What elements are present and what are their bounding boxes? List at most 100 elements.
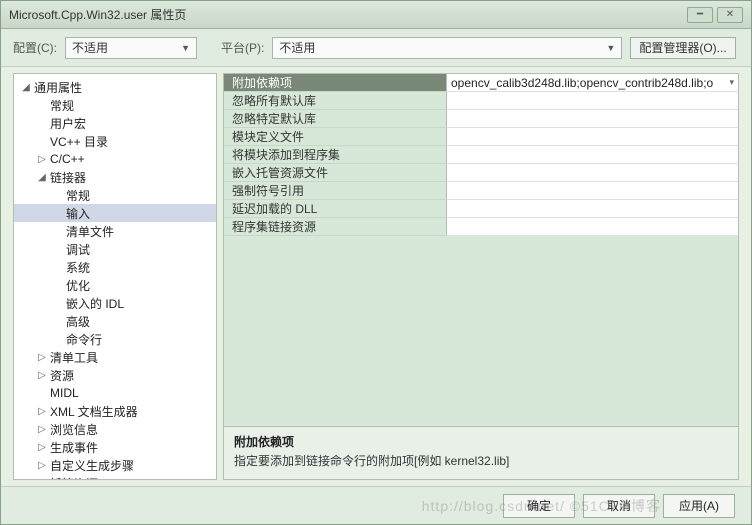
tree-toggle-icon[interactable]: ▷: [36, 460, 48, 471]
window-controls: ━ ✕: [687, 7, 743, 23]
grid-row[interactable]: 忽略所有默认库: [224, 92, 738, 110]
tree-item-label: 系统: [64, 259, 90, 276]
config-label: 配置(C):: [13, 39, 57, 56]
apply-button[interactable]: 应用(A): [663, 494, 735, 518]
tree-item[interactable]: 高级: [14, 312, 216, 330]
tree-item-label: 自定义生成步骤: [48, 457, 134, 474]
tree-item-label: 常规: [64, 187, 90, 204]
tree-item-label: 清单文件: [64, 223, 114, 240]
tree-item-label: MIDL: [48, 386, 79, 400]
property-value[interactable]: [446, 92, 738, 110]
tree-item[interactable]: ▷自定义生成步骤: [14, 456, 216, 474]
property-name: 延迟加载的 DLL: [224, 200, 446, 218]
property-name: 强制符号引用: [224, 182, 446, 200]
tree-item-label: 优化: [64, 277, 90, 294]
tree-item-label: 托管资源: [48, 475, 98, 481]
tree-toggle-icon[interactable]: ◢: [36, 172, 48, 183]
config-manager-button[interactable]: 配置管理器(O)...: [630, 37, 735, 59]
property-name: 忽略特定默认库: [224, 110, 446, 128]
ok-button[interactable]: 确定: [503, 494, 575, 518]
property-dialog: Microsoft.Cpp.Win32.user 属性页 ━ ✕ 配置(C): …: [0, 0, 752, 525]
property-value[interactable]: [446, 182, 738, 200]
tree-item[interactable]: ▷托管资源: [14, 474, 216, 480]
property-name: 将模块添加到程序集: [224, 146, 446, 164]
tree-item[interactable]: 常规: [14, 96, 216, 114]
property-value[interactable]: [446, 164, 738, 182]
property-name: 忽略所有默认库: [224, 92, 446, 110]
tree-item-label: 高级: [64, 313, 90, 330]
tree-toggle-icon[interactable]: ◢: [20, 82, 32, 93]
tree-toggle-icon[interactable]: ▷: [36, 442, 48, 453]
tree-item-label: 调试: [64, 241, 90, 258]
platform-label: 平台(P):: [221, 39, 264, 56]
tree-item[interactable]: ▷浏览信息: [14, 420, 216, 438]
property-value[interactable]: opencv_calib3d248d.lib;opencv_contrib248…: [446, 74, 738, 92]
property-name: 嵌入托管资源文件: [224, 164, 446, 182]
tree-item[interactable]: MIDL: [14, 384, 216, 402]
tree-toggle-icon[interactable]: ▷: [36, 352, 48, 363]
minimize-button[interactable]: ━: [687, 7, 713, 23]
tree-item-label: 通用属性: [32, 79, 82, 96]
tree-item-label: 用户宏: [48, 115, 86, 132]
description-text: 指定要添加到链接命令行的附加项[例如 kernel32.lib]: [234, 452, 728, 469]
tree-toggle-icon[interactable]: ▷: [36, 154, 48, 165]
tree-item-label: XML 文档生成器: [48, 403, 138, 420]
tree-item[interactable]: ◢链接器: [14, 168, 216, 186]
grid-row[interactable]: 强制符号引用: [224, 182, 738, 200]
nav-tree[interactable]: ◢通用属性常规用户宏VC++ 目录▷C/C++◢链接器常规输入清单文件调试系统优…: [13, 73, 217, 480]
tree-item[interactable]: 用户宏: [14, 114, 216, 132]
config-value: 不适用: [72, 39, 108, 56]
tree-item[interactable]: VC++ 目录: [14, 132, 216, 150]
content-pane: 附加依赖项opencv_calib3d248d.lib;opencv_contr…: [223, 73, 739, 480]
tree-item-label: VC++ 目录: [48, 133, 108, 150]
tree-item[interactable]: 常规: [14, 186, 216, 204]
tree-item-label: 链接器: [48, 169, 86, 186]
tree-toggle-icon[interactable]: ▷: [36, 424, 48, 435]
property-grid[interactable]: 附加依赖项opencv_calib3d248d.lib;opencv_contr…: [223, 73, 739, 427]
grid-row[interactable]: 嵌入托管资源文件: [224, 164, 738, 182]
property-value[interactable]: [446, 110, 738, 128]
tree-item[interactable]: 嵌入的 IDL: [14, 294, 216, 312]
grid-row[interactable]: 延迟加载的 DLL: [224, 200, 738, 218]
chevron-down-icon[interactable]: ▾: [725, 77, 734, 88]
grid-row[interactable]: 将模块添加到程序集: [224, 146, 738, 164]
tree-item[interactable]: ▷清单工具: [14, 348, 216, 366]
platform-value: 不适用: [279, 39, 315, 56]
tree-item[interactable]: 输入: [14, 204, 216, 222]
property-value[interactable]: [446, 128, 738, 146]
grid-row[interactable]: 附加依赖项opencv_calib3d248d.lib;opencv_contr…: [224, 74, 738, 92]
grid-row[interactable]: 忽略特定默认库: [224, 110, 738, 128]
config-select[interactable]: 不适用 ▼: [65, 37, 197, 59]
tree-item[interactable]: ▷生成事件: [14, 438, 216, 456]
tree-item-label: 资源: [48, 367, 74, 384]
tree-item-label: 输入: [64, 205, 90, 222]
tree-toggle-icon[interactable]: ▷: [36, 478, 48, 481]
tree-toggle-icon[interactable]: ▷: [36, 406, 48, 417]
tree-item[interactable]: ▷C/C++: [14, 150, 216, 168]
property-name: 程序集链接资源: [224, 218, 446, 236]
tree-item[interactable]: ◢通用属性: [14, 78, 216, 96]
tree-item[interactable]: 调试: [14, 240, 216, 258]
property-value[interactable]: [446, 218, 738, 236]
tree-item-label: 清单工具: [48, 349, 98, 366]
tree-item-label: 生成事件: [48, 439, 98, 456]
tree-item[interactable]: 命令行: [14, 330, 216, 348]
tree-item[interactable]: ▷XML 文档生成器: [14, 402, 216, 420]
grid-row[interactable]: 程序集链接资源: [224, 218, 738, 236]
tree-item[interactable]: 清单文件: [14, 222, 216, 240]
window-title: Microsoft.Cpp.Win32.user 属性页: [9, 6, 186, 23]
tree-item[interactable]: ▷资源: [14, 366, 216, 384]
tree-item[interactable]: 系统: [14, 258, 216, 276]
tree-item[interactable]: 优化: [14, 276, 216, 294]
tree-item-label: 浏览信息: [48, 421, 98, 438]
property-value[interactable]: [446, 200, 738, 218]
toolbar: 配置(C): 不适用 ▼ 平台(P): 不适用 ▼ 配置管理器(O)...: [1, 29, 751, 67]
property-value[interactable]: [446, 146, 738, 164]
titlebar[interactable]: Microsoft.Cpp.Win32.user 属性页 ━ ✕: [1, 1, 751, 29]
property-name: 模块定义文件: [224, 128, 446, 146]
close-button[interactable]: ✕: [717, 7, 743, 23]
cancel-button[interactable]: 取消: [583, 494, 655, 518]
grid-row[interactable]: 模块定义文件: [224, 128, 738, 146]
platform-select[interactable]: 不适用 ▼: [272, 37, 622, 59]
tree-toggle-icon[interactable]: ▷: [36, 370, 48, 381]
